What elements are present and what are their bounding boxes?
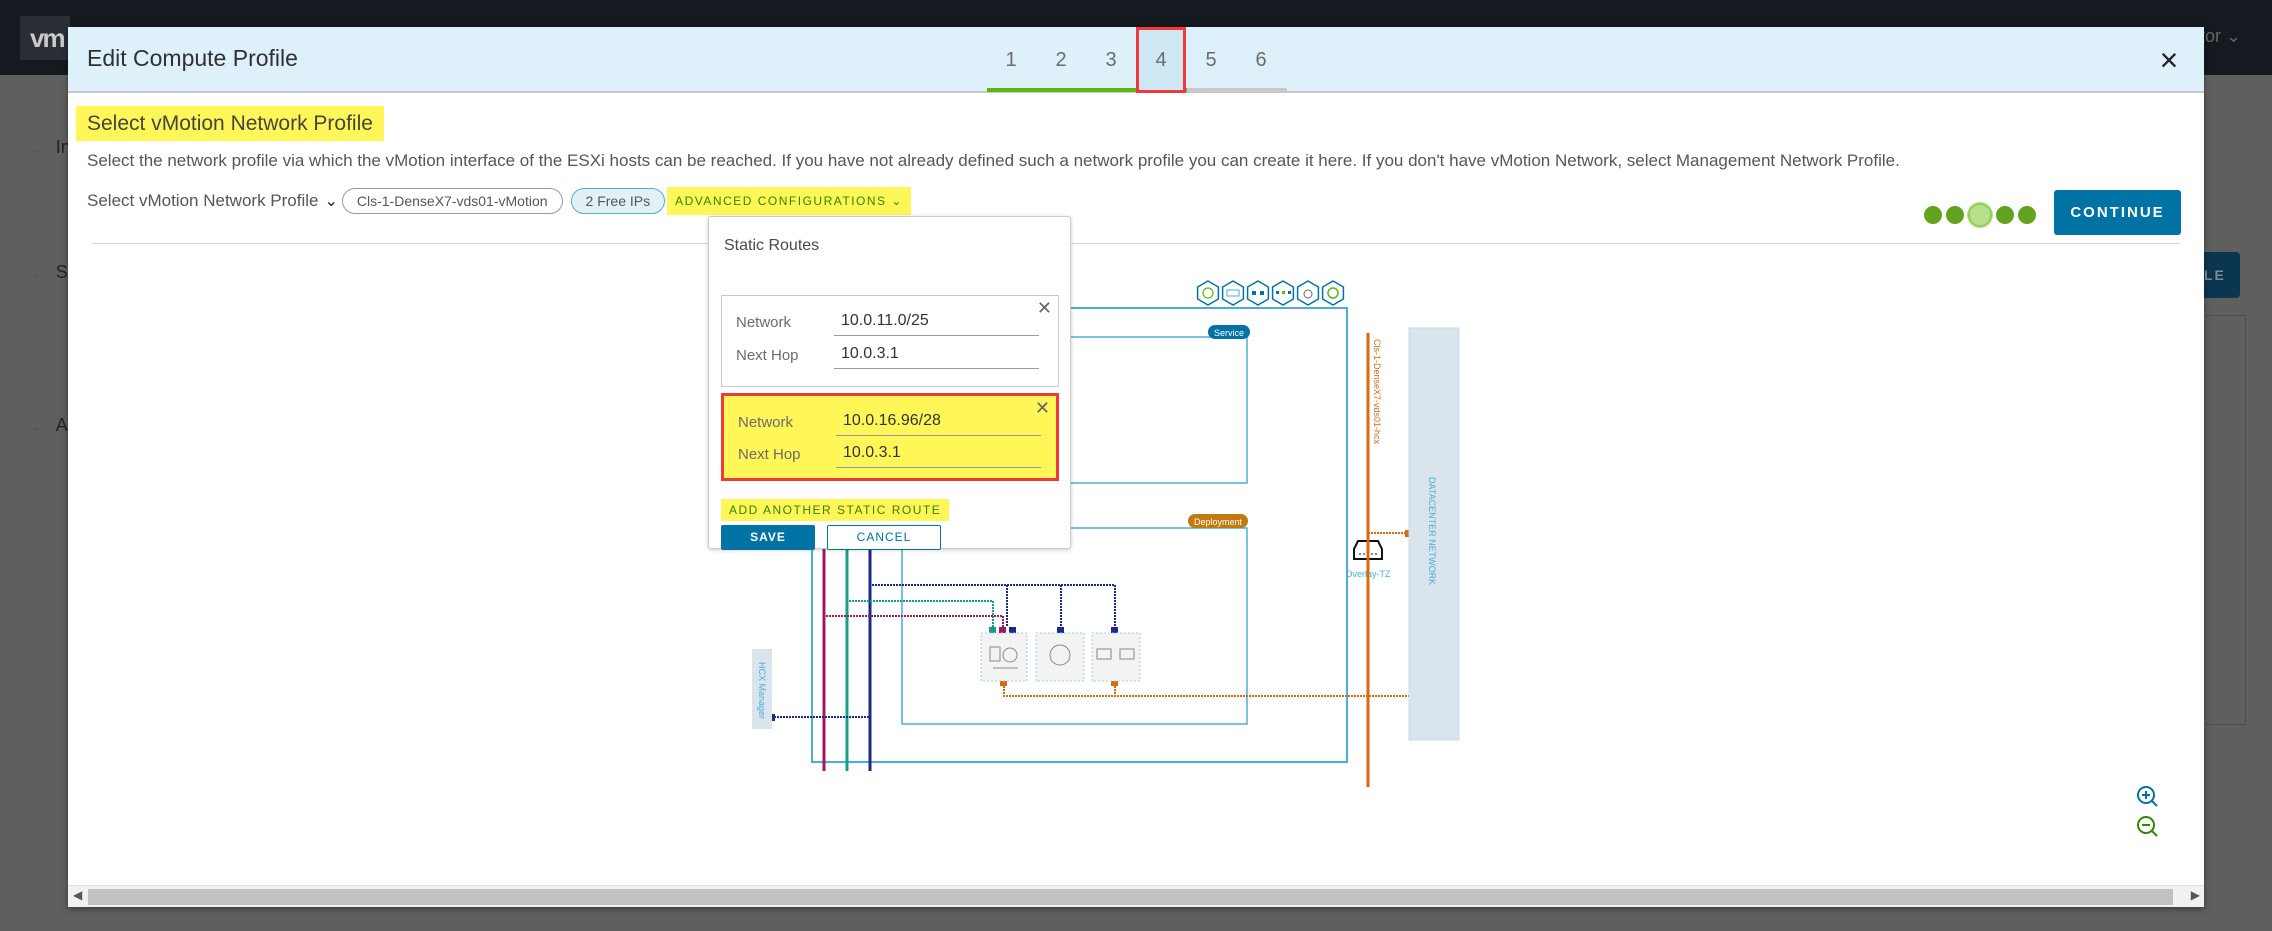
profile-selector-row: Select vMotion Network Profile ⌄ Cls-1-D…	[87, 186, 911, 216]
free-ips-badge: 2 Free IPs	[570, 188, 666, 214]
step-2[interactable]: 2	[1036, 27, 1086, 93]
wan-optimization-appliance-icon	[1035, 632, 1085, 682]
deployment-box	[901, 527, 1248, 725]
next-hop-input[interactable]: 10.0.3.1	[834, 345, 1039, 369]
network-extension-icon	[1246, 280, 1270, 306]
hcx-network-label: Cls-1-DenseX7-vds01-hcx	[1372, 339, 1382, 445]
service-badge: Service	[1214, 328, 1244, 338]
bg-nav-item[interactable]: ⌄ A	[30, 415, 68, 436]
network-extension-appliance-icon	[1091, 632, 1141, 682]
progress-dot	[1946, 206, 1964, 224]
step-5[interactable]: 5	[1186, 27, 1236, 93]
close-icon[interactable]: ×	[2154, 44, 2184, 76]
step-3[interactable]: 3	[1086, 27, 1136, 93]
next-hop-label: Next Hop	[738, 446, 801, 463]
scrollbar-thumb[interactable]	[88, 889, 2173, 905]
step-6[interactable]: 6	[1236, 27, 1286, 93]
deployment-badge: Deployment	[1194, 517, 1243, 527]
network-input[interactable]: 10.0.11.0/25	[834, 312, 1039, 336]
profile-selector-label: Select vMotion Network Profile	[87, 191, 319, 210]
divider	[92, 243, 2180, 244]
add-static-route-button[interactable]: ADD ANOTHER STATIC ROUTE	[721, 499, 950, 521]
network-input[interactable]: 10.0.16.96/28	[836, 412, 1041, 436]
chevron-down-icon: ⌄	[30, 265, 42, 281]
advanced-configurations-button[interactable]: ADVANCED CONFIGURATIONS ⌄	[667, 187, 911, 215]
modal-title: Edit Compute Profile	[87, 45, 298, 71]
progress-dot-current	[1968, 203, 1992, 227]
bulk-migration-icon	[1221, 280, 1245, 306]
chevron-down-icon[interactable]: ⌄	[324, 191, 337, 211]
progress-dot	[2018, 206, 2036, 224]
horizontal-scrollbar[interactable]: ◀ ▶	[68, 885, 2204, 907]
scroll-right-icon[interactable]: ▶	[2191, 888, 2200, 902]
chevron-down-icon: ⌄	[30, 418, 42, 434]
scroll-left-icon[interactable]: ◀	[73, 888, 82, 902]
progress-dot	[1996, 206, 2014, 224]
network-label: Network	[736, 314, 792, 331]
network-label: Network	[738, 414, 794, 431]
static-routes-title: Static Routes	[724, 237, 820, 254]
chevron-down-icon: ⌄	[891, 194, 903, 208]
wizard-steps: 1 2 3 4 5 6	[986, 27, 1286, 93]
continue-button[interactable]: CONTINUE	[2054, 190, 2181, 235]
save-button[interactable]: SAVE	[721, 525, 815, 550]
next-hop-label: Next Hop	[736, 347, 799, 364]
static-routes-popover: Static Routes ✕ Network 10.0.11.0/25 Nex…	[708, 216, 1071, 550]
user-menu[interactable]: tor ⌄	[2200, 26, 2241, 47]
zoom-in-icon[interactable]	[2134, 783, 2162, 811]
section-title: Select vMotion Network Profile	[76, 106, 384, 141]
section-description: Select the network profile via which the…	[87, 151, 1900, 170]
selected-profile-pill[interactable]: Cls-1-DenseX7-vds01-vMotion	[341, 188, 563, 214]
edit-compute-profile-modal: Edit Compute Profile 1 2 3 4 5 6 × Selec…	[68, 27, 2204, 907]
static-route-entry-highlighted: ✕ Network 10.0.16.96/28 Next Hop 10.0.3.…	[721, 393, 1059, 481]
next-hop-input[interactable]: 10.0.3.1	[836, 444, 1041, 468]
disaster-recovery-icon	[1321, 280, 1345, 306]
vmotion-icon	[1196, 280, 1220, 306]
modal-header: Edit Compute Profile 1 2 3 4 5 6 ×	[68, 27, 2204, 93]
cancel-button[interactable]: CANCEL	[827, 525, 941, 550]
zoom-out-icon[interactable]	[2134, 813, 2162, 841]
chevron-down-icon: ⌄	[30, 140, 42, 156]
bg-nav-item[interactable]: ⌄ In	[30, 137, 71, 158]
step-1[interactable]: 1	[986, 27, 1036, 93]
remove-route-icon[interactable]: ✕	[1037, 298, 1052, 319]
progress-dots	[1924, 203, 2036, 227]
static-route-entry: ✕ Network 10.0.11.0/25 Next Hop 10.0.3.1	[721, 295, 1059, 387]
interconnect-appliance-icon	[980, 632, 1028, 682]
vmware-logo: vm	[20, 16, 70, 60]
wan-optimization-icon	[1271, 280, 1295, 306]
datacenter-network-label: DATACENTER NETWORK	[1427, 477, 1437, 585]
cloud-migration-icon	[1296, 280, 1320, 306]
step-4[interactable]: 4	[1136, 27, 1186, 93]
hcx-manager-label: HCX Manager	[757, 662, 767, 719]
progress-dot	[1924, 206, 1942, 224]
chevron-down-icon: ⌄	[2226, 26, 2242, 46]
